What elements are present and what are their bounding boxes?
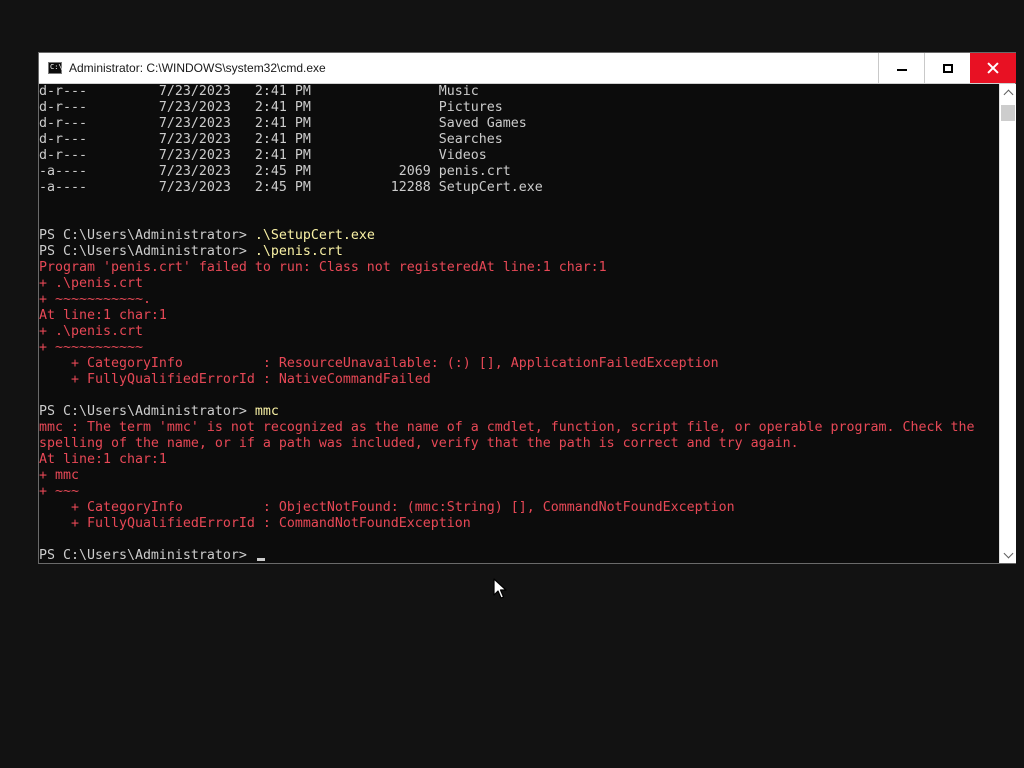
cmd-prompt-glyph: C:\ — [50, 63, 63, 71]
output-line: -a---- 7/23/2023 2:45 PM 12288 SetupCert… — [39, 180, 543, 195]
error-line: + mmc — [39, 468, 79, 483]
mouse-pointer-icon — [493, 578, 507, 599]
scroll-thumb[interactable] — [1001, 105, 1015, 121]
prompt-text: PS C:\Users\Administrator> — [39, 548, 255, 563]
minimize-icon — [896, 69, 907, 71]
error-line: + .\penis.crt — [39, 276, 143, 291]
error-line: Program 'penis.crt' failed to run: Class… — [39, 260, 607, 275]
prompt-line: PS C:\Users\Administrator> .\SetupCert.e… — [39, 228, 999, 244]
error-line: + CategoryInfo : ObjectNotFound: (mmc:St… — [39, 500, 735, 515]
prompt-line: PS C:\Users\Administrator> .\penis.crt — [39, 244, 999, 260]
output-line: d-r--- 7/23/2023 2:41 PM Music — [39, 84, 479, 99]
minimize-button[interactable] — [878, 53, 924, 83]
chevron-down-icon[interactable] — [1000, 547, 1016, 563]
command-text: mmc — [254, 404, 279, 419]
close-icon — [987, 62, 999, 74]
error-line: mmc : The term 'mmc' is not recognized a… — [39, 420, 975, 435]
title-bar[interactable]: C:\ Administrator: C:\WINDOWS\system32\c… — [39, 53, 1016, 84]
cmd-window: C:\ Administrator: C:\WINDOWS\system32\c… — [38, 52, 1016, 564]
prompt-text: PS C:\Users\Administrator> — [39, 244, 255, 259]
error-line: spelling of the name, or if a path was i… — [39, 436, 799, 451]
window-title: Administrator: C:\WINDOWS\system32\cmd.e… — [69, 61, 326, 75]
error-line: + FullyQualifiedErrorId : NativeCommandF… — [39, 372, 431, 387]
output-line: d-r--- 7/23/2023 2:41 PM Pictures — [39, 100, 503, 115]
output-line: -a---- 7/23/2023 2:45 PM 2069 penis.crt — [39, 164, 511, 179]
text-cursor — [256, 558, 265, 561]
command-text: .\SetupCert.exe — [254, 228, 375, 243]
prompt-text: PS C:\Users\Administrator> — [39, 228, 255, 243]
error-line: + ~~~ — [39, 484, 79, 499]
close-button[interactable] — [970, 53, 1016, 83]
output-line: d-r--- 7/23/2023 2:41 PM Saved Games — [39, 116, 527, 131]
maximize-icon — [942, 63, 953, 73]
chevron-up-icon[interactable] — [1000, 84, 1016, 100]
error-line: + .\penis.crt — [39, 324, 143, 339]
output-line: d-r--- 7/23/2023 2:41 PM Videos — [39, 148, 487, 163]
command-text: .\penis.crt — [254, 244, 343, 259]
error-line: + CategoryInfo : ResourceUnavailable: (:… — [39, 356, 719, 371]
prompt-line: PS C:\Users\Administrator> — [39, 548, 999, 563]
cmd-icon: C:\ — [48, 62, 63, 74]
error-line: + ~~~~~~~~~~~ — [39, 340, 143, 355]
prompt-line: PS C:\Users\Administrator> mmc — [39, 404, 999, 420]
error-line: + FullyQualifiedErrorId : CommandNotFoun… — [39, 516, 471, 531]
vertical-scrollbar[interactable] — [999, 84, 1016, 563]
console-output[interactable]: d-r--- 7/23/2023 2:41 PM Music d-r--- 7/2… — [39, 84, 999, 563]
maximize-button[interactable] — [924, 53, 970, 83]
prompt-text: PS C:\Users\Administrator> — [39, 404, 255, 419]
error-line: + ~~~~~~~~~~~. — [39, 292, 151, 307]
desktop: C:\ Administrator: C:\WINDOWS\system32\c… — [0, 0, 1024, 768]
error-line: At line:1 char:1 — [39, 308, 167, 323]
console-lines: d-r--- 7/23/2023 2:41 PM Music d-r--- 7/2… — [39, 84, 999, 563]
output-line: d-r--- 7/23/2023 2:41 PM Searches — [39, 132, 503, 147]
error-line: At line:1 char:1 — [39, 452, 167, 467]
